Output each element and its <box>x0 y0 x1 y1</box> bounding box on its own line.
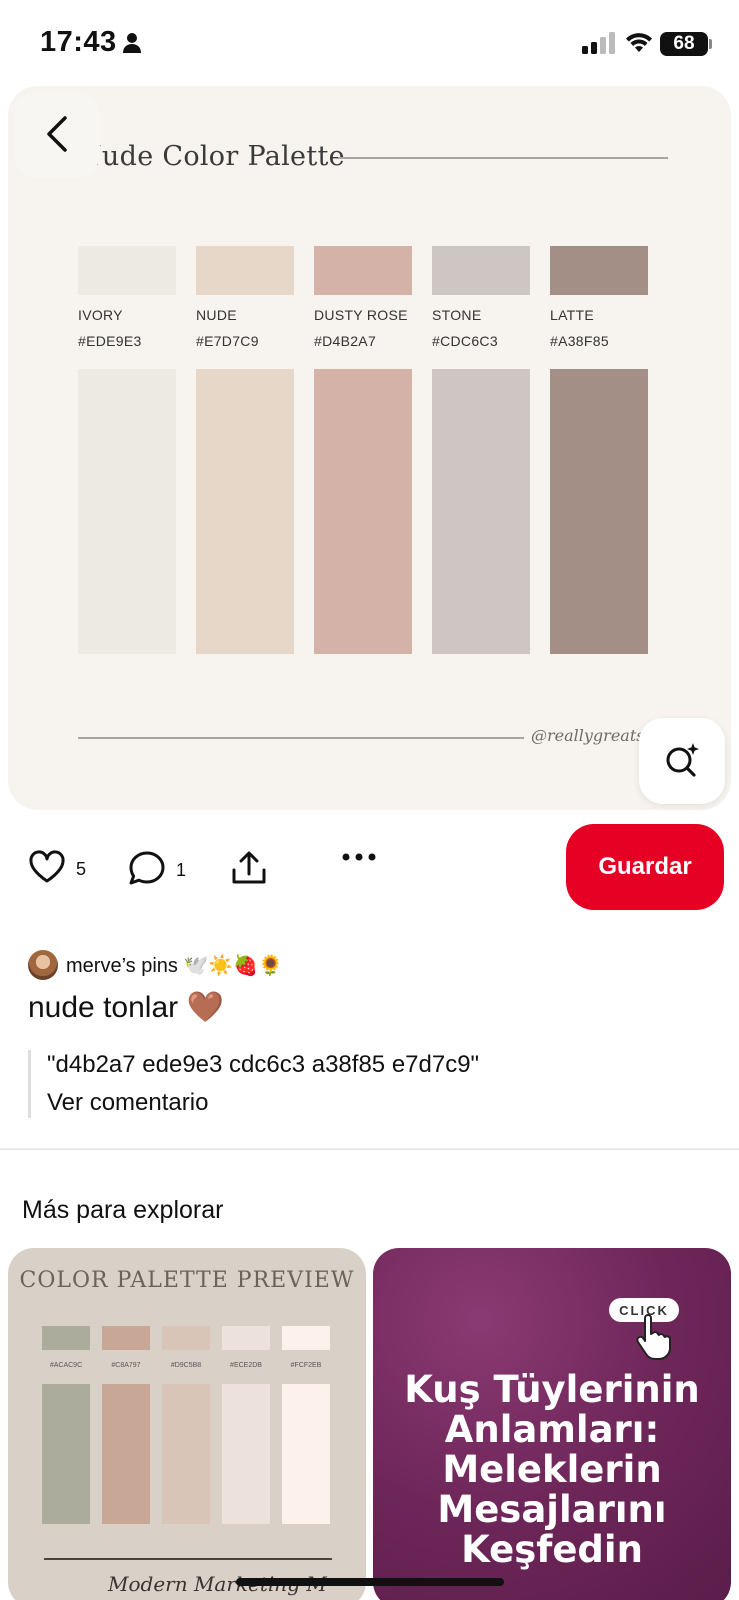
card-swatch: #C8A797 <box>102 1326 150 1524</box>
explore-card-feathers[interactable]: CLICK Kuş Tüylerinin Anlamları: Melekler… <box>373 1248 731 1600</box>
swatch-hex: #EDE9E3 <box>78 333 142 349</box>
status-bar: 17:43 68 <box>0 0 739 88</box>
person-icon <box>122 32 142 59</box>
card-swatch-hex: #C8A797 <box>111 1362 141 1369</box>
cellular-signal-icon <box>582 32 616 59</box>
card-title: COLOR PALETTE PREVIEW <box>19 1268 355 1293</box>
card-swatch: #D9C5B8 <box>162 1326 210 1524</box>
battery-cap <box>709 39 712 49</box>
avatar[interactable] <box>28 950 58 980</box>
swatch-chip <box>432 246 530 295</box>
swatch-chip <box>550 246 648 295</box>
battery-icon: 68 <box>660 32 708 56</box>
card-swatch-chip <box>42 1326 90 1350</box>
pin-action-bar: 5 1 Guardar <box>0 824 739 914</box>
card-swatch-chip <box>222 1326 270 1350</box>
swatch-nude: NUDE #E7D7C9 <box>196 246 294 654</box>
card-swatch-chip <box>162 1326 210 1350</box>
more-options-button[interactable] <box>340 850 378 868</box>
card-swatch-bar <box>102 1384 150 1524</box>
footer-divider <box>78 737 524 739</box>
card-swatch: #ACAC9C <box>42 1326 90 1524</box>
view-comments-link[interactable]: Ver comentario <box>47 1088 479 1118</box>
home-indicator <box>236 1578 504 1586</box>
swatch-name: IVORY <box>78 307 123 323</box>
swatch-bar <box>196 369 294 654</box>
card-swatch-hex: #D9C5B8 <box>170 1362 202 1369</box>
save-button[interactable]: Guardar <box>566 824 724 910</box>
heart-icon <box>28 850 66 889</box>
swatch-name: NUDE <box>196 307 237 323</box>
share-button[interactable] <box>230 850 268 891</box>
chevron-left-icon <box>43 114 71 157</box>
share-icon <box>230 850 268 891</box>
swatch-hex: #CDC6C3 <box>432 333 498 349</box>
swatch-latte: LATTE #A38F85 <box>550 246 648 654</box>
pin-image[interactable]: Nude Color Palette IVORY #EDE9E3 NUDE #E… <box>8 86 731 810</box>
swatch-name: STONE <box>432 307 482 323</box>
back-button[interactable] <box>14 92 100 178</box>
swatch-chip <box>314 246 412 295</box>
swatch-bar <box>550 369 648 654</box>
card-swatch-hex: #ECE2DB <box>230 1362 262 1369</box>
swatch-bar <box>78 369 176 654</box>
swatch-hex: #E7D7C9 <box>196 333 259 349</box>
card-headline: Kuş Tüylerinin Anlamları: Meleklerin Mes… <box>404 1368 700 1571</box>
swatch-dusty-rose: DUSTY ROSE #D4B2A7 <box>314 246 412 654</box>
lens-sparkle-icon <box>662 740 702 783</box>
palette-title: Nude Color Palette <box>78 141 345 172</box>
wifi-icon <box>624 30 654 59</box>
swatch-hex: #A38F85 <box>550 333 609 349</box>
card-divider <box>44 1558 332 1560</box>
card-swatch-bar <box>162 1384 210 1524</box>
card-swatch-bar <box>42 1384 90 1524</box>
swatch-stone: STONE #CDC6C3 <box>432 246 530 654</box>
comment-button[interactable]: 1 <box>128 850 186 891</box>
pointer-hand-icon <box>635 1314 675 1365</box>
more-dots-icon <box>340 850 378 868</box>
swatch-name: LATTE <box>550 307 595 323</box>
card-swatch: #ECE2DB <box>222 1326 270 1524</box>
like-count: 5 <box>76 859 87 879</box>
speech-bubble-icon <box>128 850 166 891</box>
card-swatch: #FCF2EB <box>282 1326 330 1524</box>
explore-heading: Más para explorar <box>22 1196 224 1224</box>
card-swatch-hex: #FCF2EB <box>290 1362 322 1369</box>
card-swatch-hex: #ACAC9C <box>49 1362 83 1369</box>
card-swatch-chip <box>102 1326 150 1350</box>
card-swatch-chip <box>282 1326 330 1350</box>
comment-text: "d4b2a7 ede9e3 cdc6c3 a38f85 e7d7c9" <box>47 1051 480 1078</box>
status-time: 17:43 <box>40 26 117 58</box>
board-name[interactable]: merve’s pins 🕊️☀️🍓🌻 <box>66 953 283 978</box>
title-divider <box>338 157 668 159</box>
visual-search-button[interactable] <box>639 718 725 804</box>
card-swatch-bar <box>282 1384 330 1524</box>
swatch-bar <box>314 369 412 654</box>
swatch-chip <box>196 246 294 295</box>
swatch-name: DUSTY ROSE <box>314 307 408 323</box>
like-button[interactable]: 5 <box>28 850 86 889</box>
comment-count: 1 <box>176 860 187 880</box>
card-swatch-bar <box>222 1384 270 1524</box>
swatch-hex: #D4B2A7 <box>314 333 377 349</box>
explore-card-palette[interactable]: COLOR PALETTE PREVIEW #ACAC9C #C8A797 #D… <box>8 1248 366 1600</box>
swatch-ivory: IVORY #EDE9E3 <box>78 246 176 654</box>
swatch-chip <box>78 246 176 295</box>
top-comment: "d4b2a7 ede9e3 cdc6c3 a38f85 e7d7c9" Ver… <box>28 1050 479 1118</box>
swatch-bar <box>432 369 530 654</box>
board-link[interactable]: merve’s pins 🕊️☀️🍓🌻 <box>28 950 283 980</box>
pin-title: nude tonlar 🤎 <box>28 991 224 1024</box>
section-divider <box>0 1148 739 1150</box>
